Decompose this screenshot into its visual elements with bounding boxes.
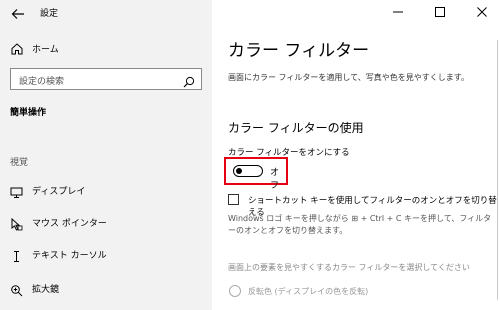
sidebar-item-label: ホーム (32, 45, 59, 55)
group-title: 視覚 (10, 158, 29, 168)
home-icon (10, 41, 24, 55)
toggle-knob (236, 167, 242, 174)
page-title: カラー フィルター (228, 41, 370, 61)
window-controls (380, 0, 500, 24)
back-arrow-icon[interactable] (10, 6, 26, 22)
page-description: 画面にカラー フィルターを適用して、写真や色を見やすくします。 (228, 73, 469, 82)
shortcut-checkbox[interactable] (228, 194, 239, 205)
magnifier-icon (10, 282, 23, 297)
titlebar: 設定 (0, 0, 212, 28)
section-title: 簡単操作 (10, 108, 47, 118)
radio-inverted-label[interactable]: 反転色 (ディスプレイの色を反転) (248, 286, 368, 297)
close-icon[interactable] (474, 4, 490, 20)
monitor-icon (10, 184, 23, 198)
main-content: カラー フィルター 画面にカラー フィルターを適用して、写真や色を見やすくします… (212, 0, 500, 310)
search-icon[interactable] (183, 73, 195, 88)
search-input[interactable]: 設定の検索 (10, 68, 202, 90)
sidebar-item-label: マウス ポインター (32, 219, 107, 229)
maximize-icon[interactable] (432, 4, 448, 20)
sidebar-item-text-cursor[interactable]: テキスト カーソル (10, 246, 200, 264)
text-cursor-icon (10, 248, 23, 262)
highlight-box: オフ (224, 157, 288, 191)
sidebar-item-mouse-pointer[interactable]: マウス ポインター (10, 214, 200, 232)
sidebar-item-home[interactable]: ホーム (10, 40, 200, 58)
radio-inverted[interactable] (229, 285, 241, 297)
color-filter-toggle[interactable] (233, 165, 263, 177)
filter-select-caption: 画面上の要素を見やすくするカラー フィルターを選択してください (228, 263, 470, 272)
sidebar-item-label: テキスト カーソル (32, 251, 107, 261)
sidebar-item-display[interactable]: ディスプレイ (10, 182, 200, 200)
sidebar-item-magnifier[interactable]: 拡大鏡 (10, 280, 200, 298)
toggle-state-label: オフ (270, 168, 280, 191)
sidebar-item-label: ディスプレイ (32, 187, 86, 197)
search-placeholder: 設定の検索 (19, 77, 65, 87)
window-title: 設定 (40, 9, 59, 19)
mouse-pointer-icon (10, 216, 23, 231)
section-subheading: カラー フィルターの使用 (228, 121, 364, 135)
minimize-icon[interactable] (390, 4, 406, 20)
sidebar-item-label: 拡大鏡 (32, 285, 60, 295)
scrollbar[interactable] (497, 40, 498, 300)
sidebar: 設定 ホーム 設定の検索 簡単操作 視覚 ディスプレイ マウス ポインター テキ… (0, 0, 212, 310)
shortcut-hint: Windows ロゴ キーを押しながら ⊞ + Ctrl + C キーを押して、… (228, 214, 492, 235)
